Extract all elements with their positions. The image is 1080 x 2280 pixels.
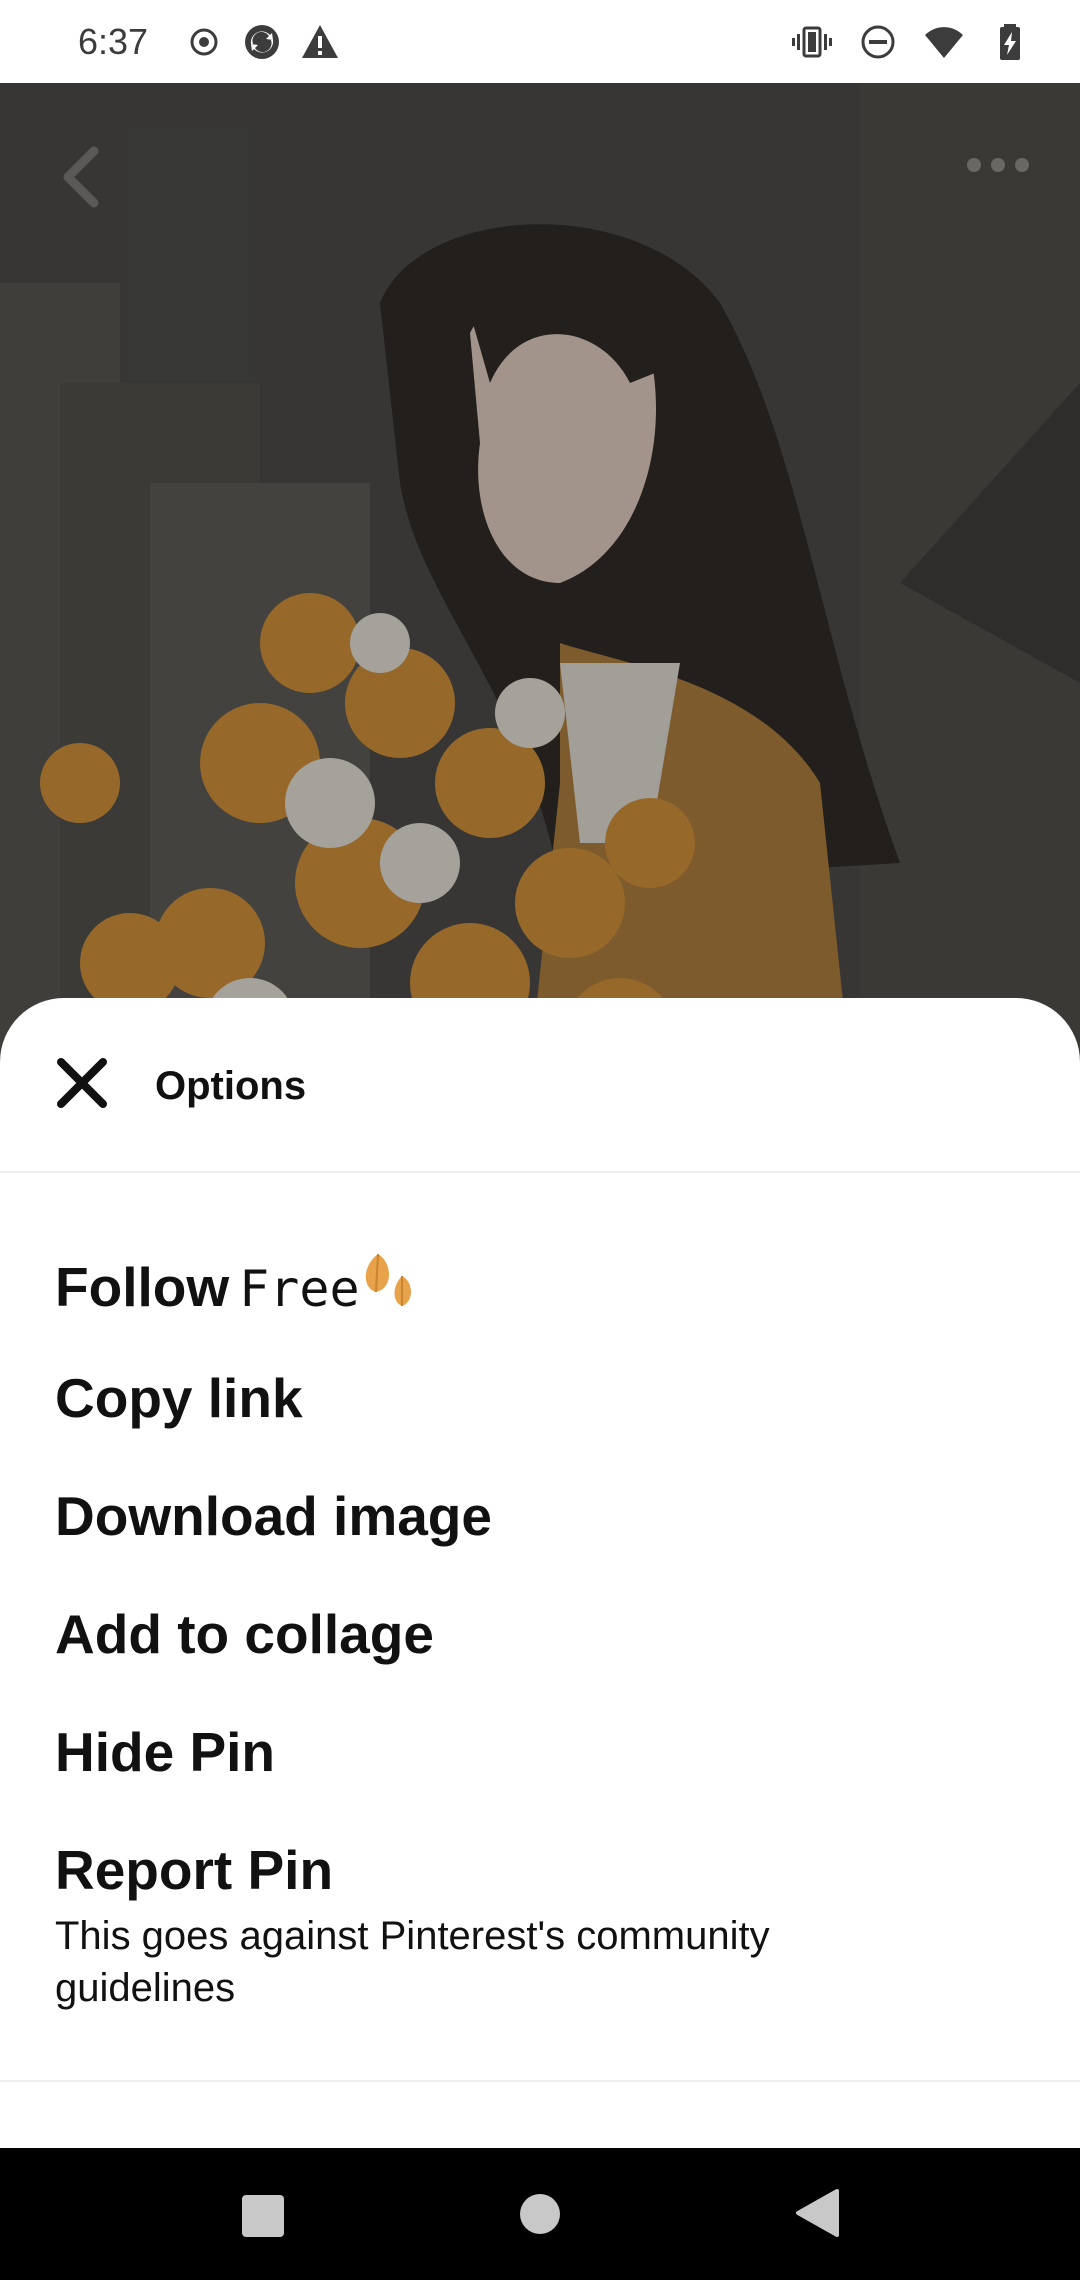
home-icon[interactable] — [520, 2194, 560, 2234]
follow-user-name: Free — [239, 1260, 360, 1318]
wifi-icon — [925, 26, 963, 58]
download-image-option[interactable]: Download image — [55, 1484, 492, 1548]
report-pin-description: This goes against Pinterest's community … — [55, 1914, 770, 2010]
status-time: 6:37 — [78, 20, 149, 62]
close-icon[interactable] — [55, 1056, 109, 1110]
copy-link-option[interactable]: Copy link — [55, 1366, 303, 1430]
options-sheet: Options Follow Free Copy link Download im… — [0, 998, 1080, 2148]
vibrate-icon — [792, 26, 832, 57]
hide-pin-option[interactable]: Hide Pin — [55, 1720, 275, 1784]
leaf-emoji-icon — [365, 1253, 411, 1306]
navigation-bar — [0, 2148, 1080, 2280]
add-to-collage-option[interactable]: Add to collage — [55, 1602, 434, 1666]
do-not-disturb-icon — [861, 25, 895, 58]
battery-charging-icon — [1000, 23, 1020, 60]
report-pin-label: Report Pin — [55, 1839, 334, 1901]
follow-label: Follow — [55, 1256, 230, 1318]
report-pin-option[interactable]: Report Pin — [55, 1838, 333, 1902]
back-icon[interactable] — [795, 2188, 839, 2238]
status-left-icons — [184, 22, 340, 62]
screen: 6:37 Options Follow Free Copy link Downl… — [0, 0, 1080, 2280]
sheet-bottom-divider — [0, 2080, 1080, 2082]
sheet-title: Options — [155, 1064, 307, 1108]
recents-icon[interactable] — [242, 2195, 284, 2237]
status-right-icons — [792, 22, 1030, 62]
more-horizontal-icon[interactable] — [966, 150, 1030, 180]
record-icon — [190, 28, 218, 55]
follow-option[interactable]: Follow Free — [55, 1248, 424, 1319]
sheet-header: Options — [0, 998, 1080, 1173]
warning-icon — [302, 24, 339, 58]
status-bar: 6:37 — [0, 0, 1080, 83]
chevron-left-icon[interactable] — [56, 145, 104, 209]
sync-icon — [245, 24, 280, 59]
